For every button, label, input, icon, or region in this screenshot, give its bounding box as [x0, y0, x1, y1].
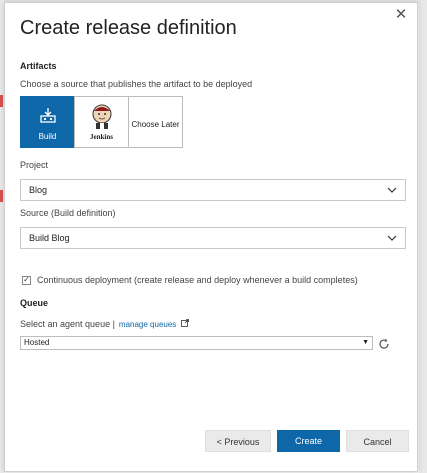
project-select-value: Blog	[29, 185, 48, 195]
build-icon	[39, 107, 56, 125]
queue-heading: Queue	[20, 298, 49, 308]
refresh-icon[interactable]	[378, 337, 390, 349]
jenkins-icon	[90, 103, 114, 131]
background-error-marker	[0, 190, 3, 202]
tile-choose-later-label: Choose Later	[131, 119, 180, 129]
tile-jenkins-label: Jenkins	[90, 133, 113, 141]
project-select[interactable]: Blog	[20, 179, 406, 201]
cancel-button[interactable]: Cancel	[346, 430, 409, 452]
source-select[interactable]: Build Blog	[20, 227, 406, 249]
background-error-marker	[0, 95, 3, 107]
tile-build-label: Build	[38, 132, 57, 141]
agent-queue-select[interactable]: Hosted ▼	[20, 336, 373, 350]
tile-build[interactable]: Build	[20, 96, 75, 148]
chevron-down-icon	[387, 180, 397, 208]
source-select-value: Build Blog	[29, 233, 70, 243]
chevron-down-icon	[387, 228, 397, 256]
agent-queue-value: Hosted	[24, 338, 50, 347]
source-label: Source (Build definition)	[20, 208, 116, 218]
close-icon[interactable]: ✕	[393, 7, 409, 23]
manage-queues-link[interactable]: manage queues	[119, 320, 176, 329]
continuous-deployment-label: Continuous deployment (create release an…	[37, 275, 358, 285]
artifacts-description: Choose a source that publishes the artif…	[20, 79, 253, 89]
dropdown-arrow-icon: ▼	[362, 339, 369, 346]
tile-choose-later[interactable]: Choose Later	[128, 96, 183, 148]
tile-jenkins[interactable]: Jenkins	[74, 96, 129, 148]
background-app-right-strip	[419, 0, 427, 473]
create-release-dialog: ✕ Create release definition Artifacts Ch…	[4, 2, 418, 472]
artifacts-heading: Artifacts	[20, 61, 57, 71]
project-label: Project	[20, 160, 49, 170]
queue-label: Select an agent queue |	[20, 319, 115, 329]
external-link-icon[interactable]	[181, 319, 190, 329]
continuous-deployment-row: ✓ Continuous deployment (create release …	[22, 275, 358, 285]
continuous-deployment-checkbox[interactable]: ✓	[22, 275, 31, 285]
artifact-source-tiles: Build Jenkins Choose Later	[20, 96, 183, 150]
queue-label-row: Select an agent queue | manage queues	[20, 319, 190, 329]
create-button[interactable]: Create	[277, 430, 340, 452]
previous-button[interactable]: < Previous	[205, 430, 271, 452]
dialog-title: Create release definition	[20, 17, 237, 39]
